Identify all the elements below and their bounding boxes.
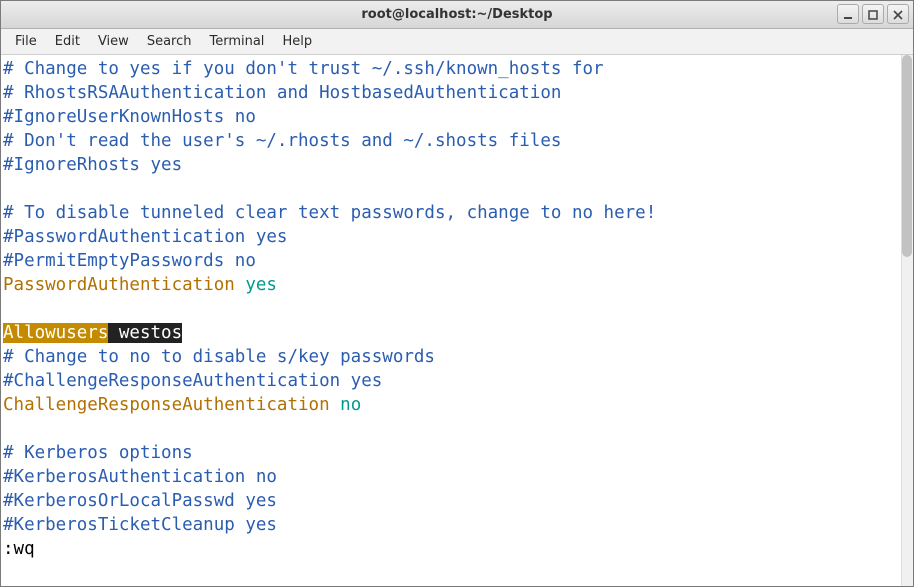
- maximize-icon: [868, 5, 878, 24]
- editor-line[interactable]: # Don't read the user's ~/.rhosts and ~/…: [3, 129, 899, 153]
- editor-line[interactable]: #KerberosTicketCleanup yes: [3, 513, 899, 537]
- editor-content[interactable]: # Change to yes if you don't trust ~/.ss…: [3, 57, 899, 561]
- scrollbar-vertical[interactable]: [901, 55, 913, 586]
- menu-edit[interactable]: Edit: [47, 31, 88, 52]
- editor-line[interactable]: #IgnoreUserKnownHosts no: [3, 105, 899, 129]
- editor-span: [3, 179, 14, 199]
- editor-span: # Don't read the user's ~/.rhosts and ~/…: [3, 131, 561, 151]
- minimize-button[interactable]: [837, 4, 859, 24]
- editor-span: #KerberosTicketCleanup yes: [3, 515, 277, 535]
- editor-line[interactable]: # Kerberos options: [3, 441, 899, 465]
- editor-line[interactable]: PasswordAuthentication yes: [3, 273, 899, 297]
- editor-span: #PermitEmptyPasswords no: [3, 251, 256, 271]
- editor-span: #IgnoreRhosts yes: [3, 155, 182, 175]
- editor-line[interactable]: #KerberosOrLocalPasswd yes: [3, 489, 899, 513]
- menu-terminal[interactable]: Terminal: [201, 31, 272, 52]
- titlebar[interactable]: root@localhost:~/Desktop: [1, 1, 913, 29]
- editor-line[interactable]: # RhostsRSAAuthentication and HostbasedA…: [3, 81, 899, 105]
- editor-line[interactable]: ChallengeResponseAuthentication no: [3, 393, 899, 417]
- terminal-viewport[interactable]: # Change to yes if you don't trust ~/.ss…: [1, 55, 913, 586]
- editor-span: # RhostsRSAAuthentication and HostbasedA…: [3, 83, 561, 103]
- editor-span: ChallengeResponseAuthentication: [3, 395, 340, 415]
- window-controls: [837, 4, 909, 24]
- editor-span: [3, 299, 14, 319]
- menu-search[interactable]: Search: [139, 31, 200, 52]
- editor-span: # To disable tunneled clear text passwor…: [3, 203, 656, 223]
- menu-file[interactable]: File: [7, 31, 45, 52]
- editor-line[interactable]: #KerberosAuthentication no: [3, 465, 899, 489]
- editor-line[interactable]: #PermitEmptyPasswords no: [3, 249, 899, 273]
- terminal-window: root@localhost:~/Desktop File Edit View: [0, 0, 914, 587]
- editor-line[interactable]: #ChallengeResponseAuthentication yes: [3, 369, 899, 393]
- editor-span: #IgnoreUserKnownHosts no: [3, 107, 256, 127]
- editor-span: :wq: [3, 539, 35, 559]
- editor-span: #ChallengeResponseAuthentication yes: [3, 371, 382, 391]
- minimize-icon: [843, 5, 853, 24]
- close-icon: [893, 5, 903, 24]
- editor-span: no: [340, 395, 361, 415]
- editor-line[interactable]: :wq: [3, 537, 899, 561]
- editor-span: # Change to yes if you don't trust ~/.ss…: [3, 59, 604, 79]
- editor-line[interactable]: Allowusers westos: [3, 321, 899, 345]
- editor-line[interactable]: [3, 417, 899, 441]
- editor-span: # Change to no to disable s/key password…: [3, 347, 435, 367]
- editor-line[interactable]: #PasswordAuthentication yes: [3, 225, 899, 249]
- editor-span: #KerberosOrLocalPasswd yes: [3, 491, 277, 511]
- window-title: root@localhost:~/Desktop: [1, 7, 913, 22]
- editor-span: # Kerberos options: [3, 443, 193, 463]
- editor-span: yes: [245, 275, 277, 295]
- close-button[interactable]: [887, 4, 909, 24]
- editor-span: westos: [108, 323, 182, 343]
- editor-span: #PasswordAuthentication yes: [3, 227, 287, 247]
- scrollbar-thumb[interactable]: [902, 55, 912, 257]
- editor-line[interactable]: # Change to yes if you don't trust ~/.ss…: [3, 57, 899, 81]
- editor-line[interactable]: # Change to no to disable s/key password…: [3, 345, 899, 369]
- editor-line[interactable]: [3, 297, 899, 321]
- menu-help[interactable]: Help: [274, 31, 320, 52]
- menu-view[interactable]: View: [90, 31, 137, 52]
- maximize-button[interactable]: [862, 4, 884, 24]
- editor-span: #KerberosAuthentication no: [3, 467, 277, 487]
- editor-line[interactable]: # To disable tunneled clear text passwor…: [3, 201, 899, 225]
- editor-line[interactable]: #IgnoreRhosts yes: [3, 153, 899, 177]
- menu-bar: File Edit View Search Terminal Help: [1, 29, 913, 55]
- editor-span: Allowusers: [3, 323, 108, 343]
- editor-span: PasswordAuthentication: [3, 275, 245, 295]
- editor-line[interactable]: [3, 177, 899, 201]
- editor-span: [3, 419, 14, 439]
